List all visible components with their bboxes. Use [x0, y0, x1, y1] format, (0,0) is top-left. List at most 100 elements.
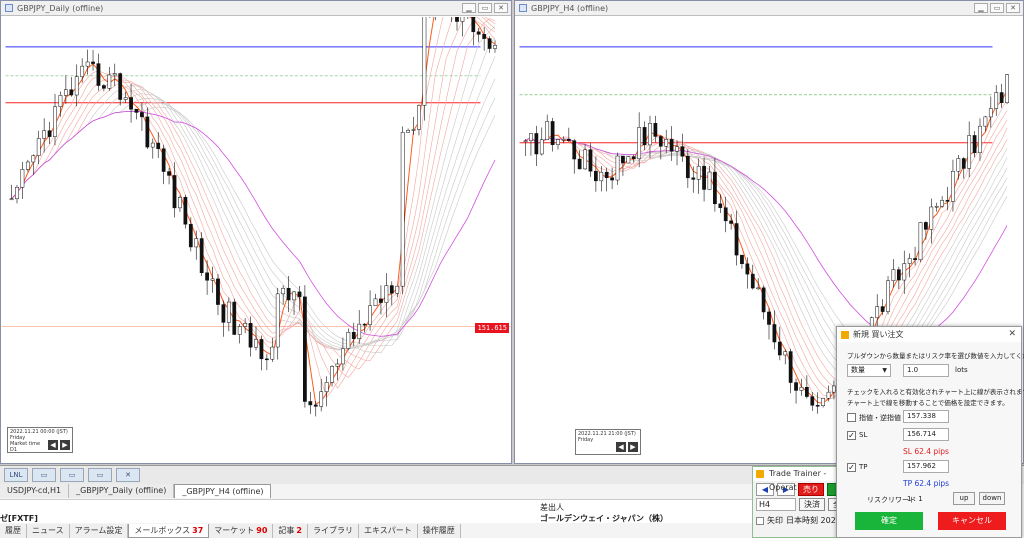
- candle-body: [226, 301, 231, 323]
- moving-average-line: [11, 106, 496, 344]
- candle-body: [297, 291, 302, 298]
- tab-library[interactable]: ライブラリ: [308, 524, 359, 538]
- moving-average-line: [525, 136, 1008, 340]
- close-icon[interactable]: ✕: [116, 468, 140, 482]
- price-chart-canvas[interactable]: [1, 17, 511, 463]
- maximize-icon[interactable]: ▭: [990, 3, 1004, 13]
- candle-body: [183, 196, 188, 225]
- candle-body: [232, 301, 237, 335]
- candle-body: [734, 223, 739, 256]
- sl-price-input[interactable]: 156.714: [903, 428, 949, 441]
- candle-body: [550, 121, 555, 146]
- candle-body: [324, 382, 329, 392]
- candle-body: [545, 121, 550, 140]
- candle-body: [631, 156, 636, 160]
- candle-body: [482, 34, 487, 39]
- close-icon[interactable]: ✕: [1006, 3, 1020, 13]
- candle-body: [178, 196, 182, 209]
- note-line-1: チェックを入れると有効化されチャート上に線が表示されます。: [847, 388, 1024, 396]
- arrow-label: 矢印: [767, 516, 783, 525]
- candle-body: [794, 382, 798, 391]
- toolbox-icon[interactable]: LNL: [4, 468, 28, 482]
- close-icon[interactable]: ✕: [494, 3, 508, 13]
- limit-price-input[interactable]: 157.338: [903, 410, 949, 423]
- candle-body: [373, 298, 378, 306]
- maximize-icon[interactable]: ▭: [478, 3, 492, 13]
- candle-body: [286, 287, 291, 301]
- minimize-icon[interactable]: ▁: [974, 3, 988, 13]
- step-back-icon[interactable]: ◀: [48, 440, 58, 450]
- candle-body: [58, 95, 63, 107]
- candle-body: [330, 366, 334, 383]
- candle-body: [918, 222, 923, 261]
- sl-checkbox[interactable]: ✓: [847, 431, 856, 440]
- tab-mailbox[interactable]: メールボックス 37: [128, 524, 210, 538]
- candle-body: [745, 263, 750, 275]
- candle-body: [534, 133, 539, 155]
- timeframe-select[interactable]: H4: [756, 498, 796, 511]
- cancel-button[interactable]: キャンセル: [938, 512, 1006, 530]
- tp-price-input[interactable]: 157.962: [903, 460, 949, 473]
- candle-body: [664, 139, 669, 147]
- folder-icon[interactable]: ▭: [32, 468, 56, 482]
- candle-body: [972, 135, 977, 154]
- confirm-button[interactable]: 確定: [855, 512, 923, 530]
- candle-body: [756, 287, 761, 290]
- down-button[interactable]: down: [979, 492, 1005, 505]
- candle-body: [880, 306, 885, 312]
- arrow-checkbox[interactable]: [756, 516, 764, 525]
- candle-body: [471, 17, 476, 33]
- candle-body: [216, 278, 220, 305]
- chart-window-daily[interactable]: GBPJPY_Daily (offline) ▁ ▭ ✕ 151.615 202…: [0, 0, 512, 464]
- candle-body: [967, 135, 972, 169]
- tp-checkbox[interactable]: ✓: [847, 463, 856, 472]
- window-icon[interactable]: ▭: [88, 468, 112, 482]
- candle-body: [642, 127, 647, 146]
- step-back-icon[interactable]: ◀: [616, 442, 626, 452]
- minimize-icon[interactable]: ▁: [462, 3, 476, 13]
- candle-body: [411, 129, 416, 131]
- quantity-mode-select[interactable]: 数量 ▼: [847, 364, 891, 377]
- close-icon[interactable]: ✕: [1008, 327, 1016, 342]
- candle-body: [788, 351, 793, 383]
- step-forward-icon[interactable]: ▶: [60, 440, 70, 450]
- candle-body: [161, 148, 166, 172]
- settle-button[interactable]: 決済: [799, 498, 825, 511]
- sell-button[interactable]: 売り: [798, 483, 824, 496]
- candle-body: [351, 331, 356, 339]
- candle-body: [523, 140, 528, 143]
- tab-history[interactable]: 履歴: [0, 524, 27, 538]
- up-button[interactable]: up: [953, 492, 975, 505]
- candle-body: [74, 76, 79, 96]
- candle-body: [783, 351, 788, 356]
- tab-articles[interactable]: 記事 2: [273, 524, 308, 538]
- chart-window-titlebar[interactable]: GBPJPY_H4 (offline) ▁ ▭ ✕: [515, 1, 1023, 16]
- chevron-down-icon: ▼: [882, 367, 887, 374]
- window-icon[interactable]: ▭: [60, 468, 84, 482]
- candle-body: [929, 206, 934, 230]
- candle-body: [487, 38, 492, 49]
- candle-body: [810, 396, 815, 406]
- chart-window-titlebar[interactable]: GBPJPY_Daily (offline) ▁ ▭ ✕: [1, 1, 511, 16]
- sl-pips-text: SL 62.4 pips: [903, 447, 949, 456]
- terminal-tab-bar: 履歴 ニュース アラーム設定 メールボックス 37 マーケット 90 記事 2 ライブ…: [0, 524, 461, 538]
- quantity-input[interactable]: 1.0: [903, 364, 949, 377]
- tab-badge: 2: [296, 526, 302, 535]
- chart-tab-gbpjpy-daily[interactable]: _GBPJPY_Daily (offline): [69, 484, 175, 498]
- chart-icon: [519, 4, 527, 12]
- tab-experts[interactable]: エキスパート: [359, 524, 418, 538]
- chart-tab-usdjpy[interactable]: USDJPY-cd,H1: [0, 484, 70, 498]
- chart-tab-gbpjpy-h4[interactable]: _GBPJPY_H4 (offline): [174, 484, 272, 498]
- candle-body: [395, 285, 400, 294]
- tab-journal[interactable]: 操作履歴: [417, 524, 461, 538]
- candle-body: [460, 17, 465, 22]
- limit-checkbox[interactable]: [847, 413, 856, 422]
- tab-alarms[interactable]: アラーム設定: [69, 524, 129, 538]
- chart-icon: [5, 4, 13, 12]
- tab-news[interactable]: ニュース: [27, 524, 70, 538]
- mailbox-list[interactable]: 差出人 ゼ[FXTF] ゴールデンウェイ・ジャパン（株）: [0, 499, 760, 523]
- tab-market[interactable]: マーケット 90: [209, 524, 274, 538]
- candle-body: [718, 203, 723, 208]
- step-forward-icon[interactable]: ▶: [628, 442, 638, 452]
- candle-body: [69, 89, 74, 96]
